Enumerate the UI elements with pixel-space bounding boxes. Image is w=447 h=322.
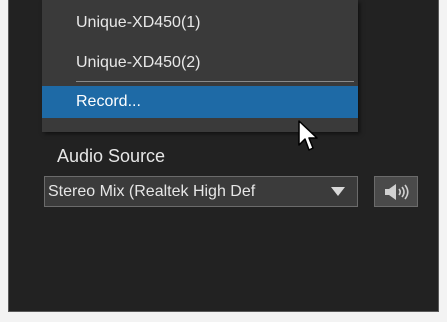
menu-item-unique-xd450-2[interactable]: Unique-XD450(2) bbox=[42, 48, 358, 78]
mouse-cursor-icon bbox=[298, 120, 318, 151]
chevron-down-icon bbox=[331, 187, 345, 196]
audio-source-value: Stereo Mix (Realtek High Def bbox=[48, 183, 256, 200]
menu-separator bbox=[76, 81, 354, 82]
speaker-icon bbox=[385, 184, 409, 200]
video-source-dropdown-menu: Unique-XD450(1) Unique-XD450(2) Record..… bbox=[42, 0, 358, 132]
menu-item-unique-xd450-1[interactable]: Unique-XD450(1) bbox=[42, 8, 358, 38]
audio-source-select[interactable]: Stereo Mix (Realtek High Def bbox=[44, 176, 358, 207]
audio-source-label: Audio Source bbox=[57, 146, 166, 166]
menu-item-record[interactable]: Record... bbox=[42, 86, 358, 118]
speaker-button[interactable] bbox=[374, 176, 418, 207]
